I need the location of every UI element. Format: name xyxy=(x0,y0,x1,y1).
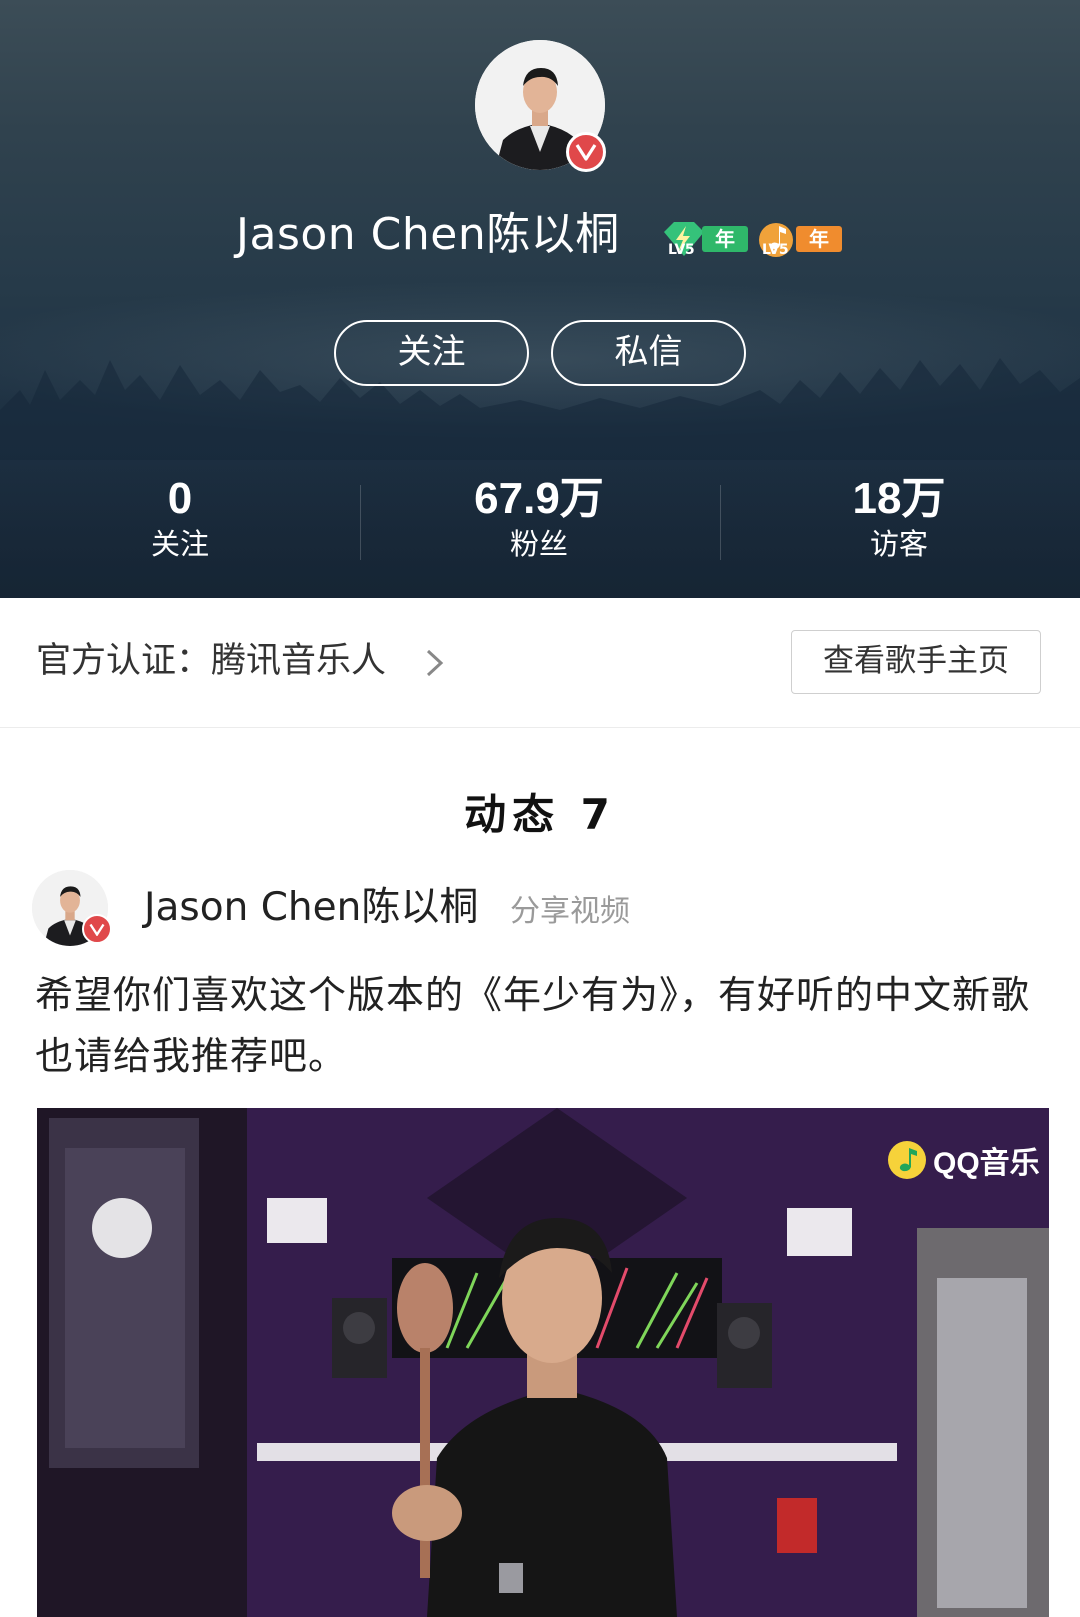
post-text: 希望你们喜欢这个版本的《年少有为》，有好听的中文新歌也请给我推荐吧。 xyxy=(35,973,1031,1078)
post-video[interactable]: QQ音乐 xyxy=(37,1108,1049,1617)
orange-badge-suffix: 年 xyxy=(796,226,842,252)
stat-following[interactable]: 0 关注 xyxy=(80,470,280,564)
green-level-badge[interactable]: LV5 年 xyxy=(658,220,748,258)
stat-fans[interactable]: 67.9万 粉丝 xyxy=(439,470,639,564)
stat-following-label: 关注 xyxy=(150,527,209,561)
follow-button[interactable]: 关注 xyxy=(334,320,529,386)
stat-following-value: 0 xyxy=(167,474,193,523)
feed-title: 动态 7 xyxy=(464,790,616,839)
orange-level-badge[interactable]: LV5 年 xyxy=(752,220,842,258)
qq-music-icon xyxy=(888,1141,926,1179)
stat-fans-label: 粉丝 xyxy=(509,527,568,561)
certification-row: 官方认证：腾讯音乐人 查看歌手主页 xyxy=(0,598,1080,728)
verified-v-icon xyxy=(82,914,112,944)
video-frame xyxy=(37,1108,1049,1617)
post-author-name[interactable]: Jason Chen陈以桐 xyxy=(144,880,478,936)
verified-v-icon xyxy=(566,132,606,172)
profile-name: Jason Chen陈以桐 xyxy=(236,209,620,260)
stat-divider xyxy=(720,485,721,560)
view-singer-page-button[interactable]: 查看歌手主页 xyxy=(791,630,1041,694)
header-background-trees xyxy=(0,358,1080,460)
qq-music-text: QQ音乐 xyxy=(933,1147,1040,1180)
stat-visitors-label: 访客 xyxy=(869,527,928,561)
stat-visitors[interactable]: 18万 访客 xyxy=(799,470,999,564)
stat-fans-value: 67.9万 xyxy=(474,474,604,523)
green-badge-suffix: 年 xyxy=(702,226,748,252)
orange-badge-level: LV5 xyxy=(762,242,789,258)
profile-header: Jason Chen陈以桐 LV5 年 LV5 年 关注 私信 0 关注 67.… xyxy=(0,0,1080,598)
stat-visitors-value: 18万 xyxy=(852,474,946,523)
qq-music-watermark: QQ音乐 xyxy=(887,1138,1040,1182)
certification-text[interactable]: 官方认证：腾讯音乐人 xyxy=(36,636,386,686)
chevron-right-icon[interactable] xyxy=(424,648,446,678)
green-badge-level: LV5 xyxy=(668,242,695,258)
message-button[interactable]: 私信 xyxy=(551,320,746,386)
post-type-label: 分享视频 xyxy=(510,894,630,929)
stat-divider xyxy=(360,485,361,560)
